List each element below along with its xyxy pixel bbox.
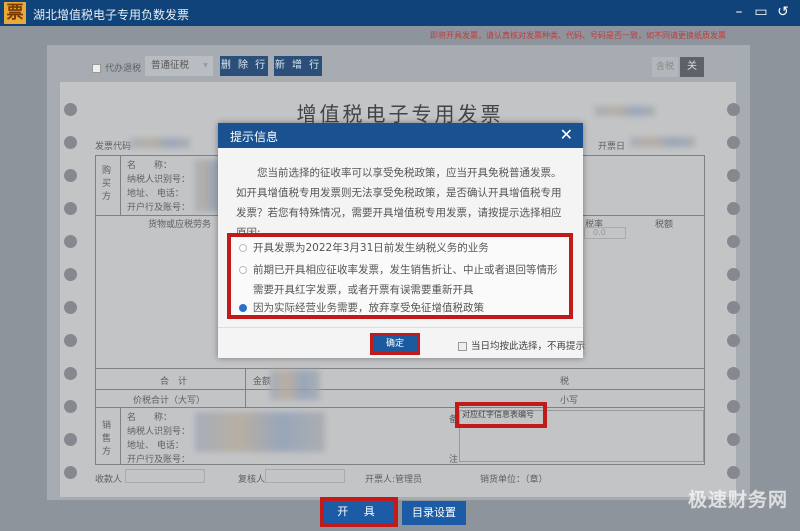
back-icon[interactable]: ↺	[774, 4, 792, 20]
invoice-number-value	[595, 106, 655, 116]
watermark: 极速财务网	[688, 489, 789, 511]
paper-hole	[727, 466, 740, 479]
total-amount-value	[270, 370, 320, 400]
invoice-date-label: 开票日	[598, 142, 626, 152]
invoice-code-value	[130, 138, 190, 148]
paper-hole	[727, 400, 740, 413]
red-info-table-number-label: 对应红字信息表编号	[455, 402, 547, 428]
seller-bank-label: 开户行及账号：	[127, 455, 191, 465]
tax-type-select[interactable]: 普通征税 ▾	[145, 56, 213, 76]
dialog-title: 提示信息	[230, 130, 279, 144]
ok-button[interactable]: 确定	[373, 336, 417, 352]
agent-refund-label: 代办退税	[105, 64, 142, 74]
buyer-address-label: 地址、 电话：	[127, 189, 184, 199]
paper-hole	[64, 400, 77, 413]
paper-hole	[64, 169, 77, 182]
dialog-divider	[218, 327, 583, 328]
seller-side-label: 销售方	[102, 421, 112, 457]
tax-rate-select[interactable]: 0.0	[584, 227, 626, 239]
paper-hole	[64, 334, 77, 347]
buyer-side-label: 购买方	[102, 166, 112, 202]
buyer-values	[195, 160, 220, 212]
add-row-button[interactable]: 新 增 行	[274, 56, 322, 76]
paper-hole	[64, 301, 77, 314]
paper-hole	[64, 433, 77, 446]
total-small-label: 小写	[560, 396, 579, 406]
minimize-icon[interactable]: –	[730, 4, 748, 20]
remember-choice-label: 当日均按此选择，不再提示	[471, 341, 586, 352]
dialog-header: 提示信息 ✕	[218, 123, 583, 148]
issue-highlight: 开 具	[320, 497, 398, 527]
paper-hole	[727, 136, 740, 149]
seller-unit-label: 销货单位：（章）	[480, 475, 548, 485]
seller-name-label: 名 称：	[127, 413, 173, 423]
delete-row-button[interactable]: 删 除 行	[220, 56, 268, 76]
paper-hole	[64, 202, 77, 215]
reason-option-1[interactable]: 开具发票为2022年3月31日前发生纳税义务的业务	[239, 240, 489, 255]
paper-hole	[64, 367, 77, 380]
ok-highlight: 确定	[370, 333, 420, 355]
paper-hole	[64, 268, 77, 281]
paper-hole	[727, 268, 740, 281]
paper-hole	[727, 301, 740, 314]
tax-inclusive-toggle[interactable]: 关	[680, 57, 704, 77]
notice-text: 即将开具发票，请认真核对发票种类、代码、号码是否一致，如不同请更换纸质发票	[430, 31, 726, 40]
reason-option-3[interactable]: 因为实际经营业务需要，放弃享受免征增值税政策	[239, 300, 484, 315]
buyer-taxid-label: 纳税人识别号：	[127, 175, 191, 185]
remark-note-label: 注	[449, 455, 459, 465]
paper-hole	[727, 235, 740, 248]
paper-hole	[727, 202, 740, 215]
seller-address-label: 地址、 电话：	[127, 441, 184, 451]
agent-refund-checkbox[interactable]: 代办退税	[92, 61, 141, 74]
app-logo-icon: 票	[4, 2, 26, 24]
drawer-label: 开票人:管理员	[365, 475, 423, 485]
issue-button[interactable]: 开 具	[324, 501, 394, 523]
invoice-code-label: 发票代码	[95, 142, 132, 152]
payee-select[interactable]	[125, 469, 205, 483]
dialog-message: 您当前选择的征收率可以享受免税政策，应当开具免税普通发票。如开具增值税专用发票则…	[236, 167, 562, 239]
prompt-dialog: 提示信息 ✕ 您当前选择的征收率可以享受免税政策，应当开具免税普通发票。如开具增…	[218, 123, 585, 358]
tax-total-label: 税	[560, 377, 570, 387]
seller-values	[195, 412, 325, 452]
items-tax-header: 税额	[655, 220, 674, 230]
reason-option-2[interactable]: 前期已开具相应征收率发票，发生销售折让、中止或者退回等情形需要开具红字发票，或者…	[239, 260, 561, 300]
radio-icon	[239, 244, 247, 252]
paper-hole	[727, 433, 740, 446]
directory-settings-button[interactable]: 目录设置	[402, 501, 466, 525]
amount-label: 金额	[253, 377, 272, 387]
payee-label: 收款人	[95, 475, 123, 485]
radio-selected-icon	[239, 304, 247, 312]
restore-icon[interactable]: ▭	[752, 4, 770, 20]
paper-hole	[727, 367, 740, 380]
buyer-name-label: 名 称：	[127, 161, 173, 171]
remember-choice-checkbox[interactable]: 当日均按此选择，不再提示	[458, 338, 585, 352]
reviewer-label: 复核人	[238, 475, 266, 485]
items-name-header: 货物或应税劳务	[148, 220, 212, 230]
seller-taxid-label: 纳税人识别号：	[127, 427, 191, 437]
total-in-words-label: 价税合计（大写）	[133, 396, 206, 406]
paper-hole	[64, 466, 77, 479]
reviewer-select[interactable]	[265, 469, 345, 483]
reason-options: 开具发票为2022年3月31日前发生纳税义务的业务 前期已开具相应征收率发票，发…	[227, 233, 573, 319]
paper-hole	[64, 136, 77, 149]
tax-inclusive-label: 含税	[652, 57, 678, 77]
paper-hole	[64, 235, 77, 248]
radio-icon	[239, 266, 247, 274]
paper-hole	[727, 334, 740, 347]
buyer-bank-label: 开户行及账号：	[127, 203, 191, 213]
title-bar: 票 湖北增值税电子专用负数发票 – ▭ ↺	[0, 0, 800, 26]
window-title: 湖北增值税电子专用负数发票	[33, 8, 190, 22]
invoice-date-value	[630, 137, 695, 147]
chevron-down-icon: ▾	[203, 60, 208, 71]
close-icon[interactable]: ✕	[560, 125, 573, 144]
paper-hole	[727, 169, 740, 182]
total-label: 合 计	[160, 377, 188, 387]
